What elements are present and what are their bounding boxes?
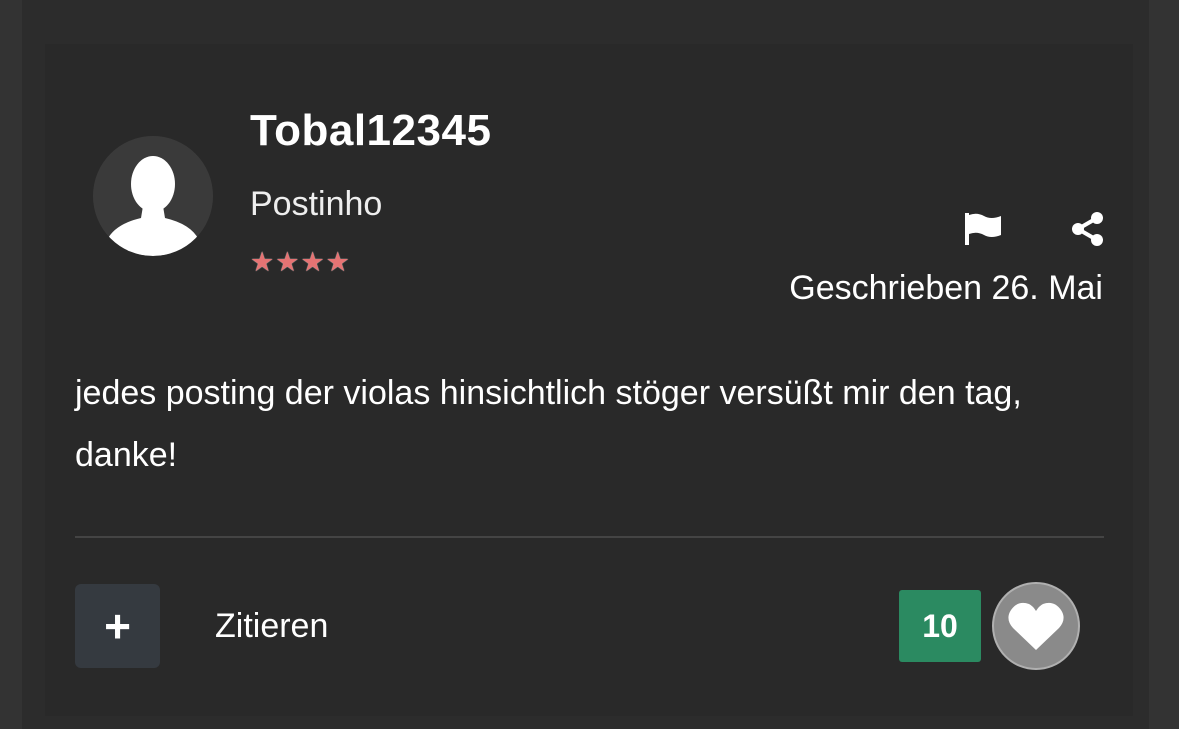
rank-star-icon: ★	[250, 247, 275, 277]
forum-post: Tobal12345 Postinho ★ ★ ★ ★ Geschrieben …	[45, 44, 1133, 716]
page-margin-right	[1149, 0, 1179, 729]
rank-stars: ★ ★ ★ ★	[250, 247, 350, 277]
like-button[interactable]	[992, 582, 1080, 670]
flag-icon[interactable]	[963, 211, 1003, 247]
heart-icon	[1008, 602, 1064, 650]
avatar[interactable]	[93, 136, 213, 256]
user-silhouette-icon	[93, 136, 213, 256]
post-content: jedes posting der violas hinsichtlich st…	[75, 374, 1022, 474]
rank-star-icon: ★	[325, 247, 350, 277]
page-margin-left	[0, 0, 22, 729]
rank-star-icon: ★	[300, 247, 325, 277]
quote-button[interactable]: Zitieren	[215, 604, 328, 648]
divider	[75, 536, 1104, 538]
like-count-badge[interactable]: 10	[899, 590, 981, 662]
user-rank: Postinho	[250, 185, 383, 223]
username-link[interactable]: Tobal12345	[250, 106, 491, 156]
share-icon[interactable]	[1069, 211, 1105, 247]
rank-star-icon: ★	[275, 247, 300, 277]
multiquote-button[interactable]: +	[75, 584, 160, 668]
post-date[interactable]: Geschrieben 26. Mai	[789, 268, 1103, 308]
